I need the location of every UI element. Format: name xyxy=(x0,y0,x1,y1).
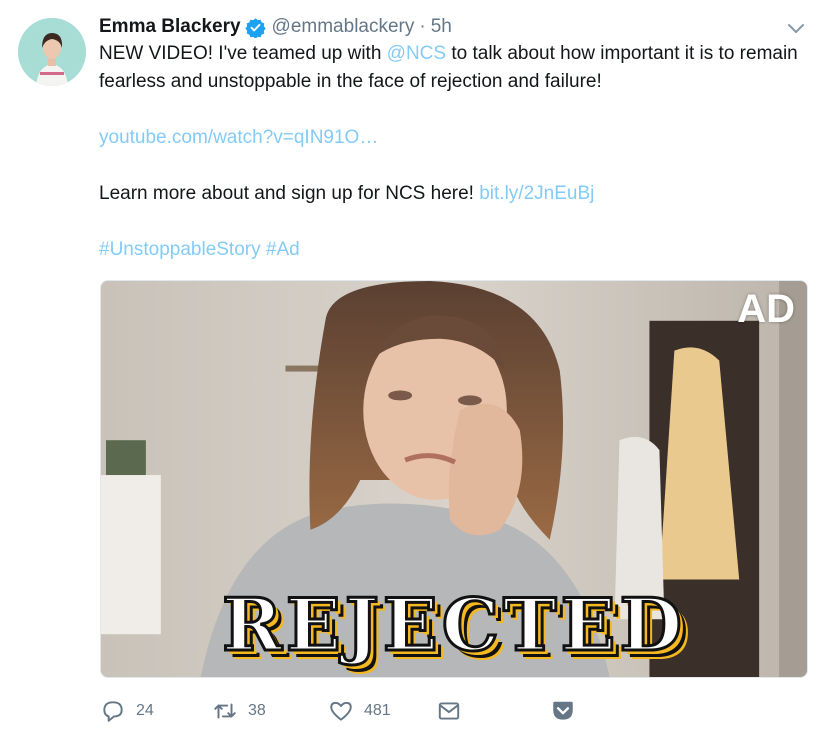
tweet-actions: 24 38 481 xyxy=(100,694,600,728)
rejected-overlay-title: REJECTED xyxy=(221,581,686,669)
reply-button[interactable]: 24 xyxy=(100,694,154,728)
user-handle[interactable]: @emmablackery xyxy=(272,16,415,38)
mention-link[interactable]: @NCS xyxy=(387,43,446,64)
retweet-icon xyxy=(214,703,236,719)
pocket-button[interactable] xyxy=(550,694,586,728)
chevron-down-icon[interactable] xyxy=(786,18,806,38)
tweet: Emma Blackery @emmablackery · 5h NEW VID… xyxy=(0,0,824,737)
separator-dot: · xyxy=(419,16,426,37)
hashtags-link[interactable]: #UnstoppableStory #Ad xyxy=(99,239,300,260)
pocket-icon xyxy=(553,701,573,720)
avatar[interactable] xyxy=(18,18,86,86)
timestamp[interactable]: 5h xyxy=(431,16,452,38)
tweet-paragraph-intro: NEW VIDEO! I've teamed up with @NCS to t… xyxy=(99,40,799,96)
like-button[interactable]: 481 xyxy=(328,694,391,728)
short-link[interactable]: bit.ly/2JnEuBj xyxy=(479,183,594,204)
youtube-link[interactable]: youtube.com/watch?v=qIN91O… xyxy=(99,127,378,148)
display-name[interactable]: Emma Blackery xyxy=(99,16,241,38)
direct-message-button[interactable] xyxy=(436,694,472,728)
reply-icon xyxy=(103,701,123,722)
retweet-button[interactable]: 38 xyxy=(212,694,266,728)
like-icon xyxy=(330,701,352,721)
direct-message-icon xyxy=(438,702,460,720)
reply-count: 24 xyxy=(136,702,154,719)
ad-badge: AD xyxy=(737,287,795,331)
tweet-text: NEW VIDEO! I've teamed up with @NCS to t… xyxy=(99,40,799,264)
text-intro: NEW VIDEO! I've teamed up with xyxy=(99,43,387,64)
like-count: 481 xyxy=(364,702,391,719)
video-thumbnail[interactable]: AD REJECTED xyxy=(100,280,808,678)
tweet-header: Emma Blackery @emmablackery · 5h xyxy=(99,12,452,42)
verified-badge-icon xyxy=(244,17,266,39)
text-learn-more: Learn more about and sign up for NCS her… xyxy=(99,183,480,204)
retweet-count: 38 xyxy=(248,702,266,719)
